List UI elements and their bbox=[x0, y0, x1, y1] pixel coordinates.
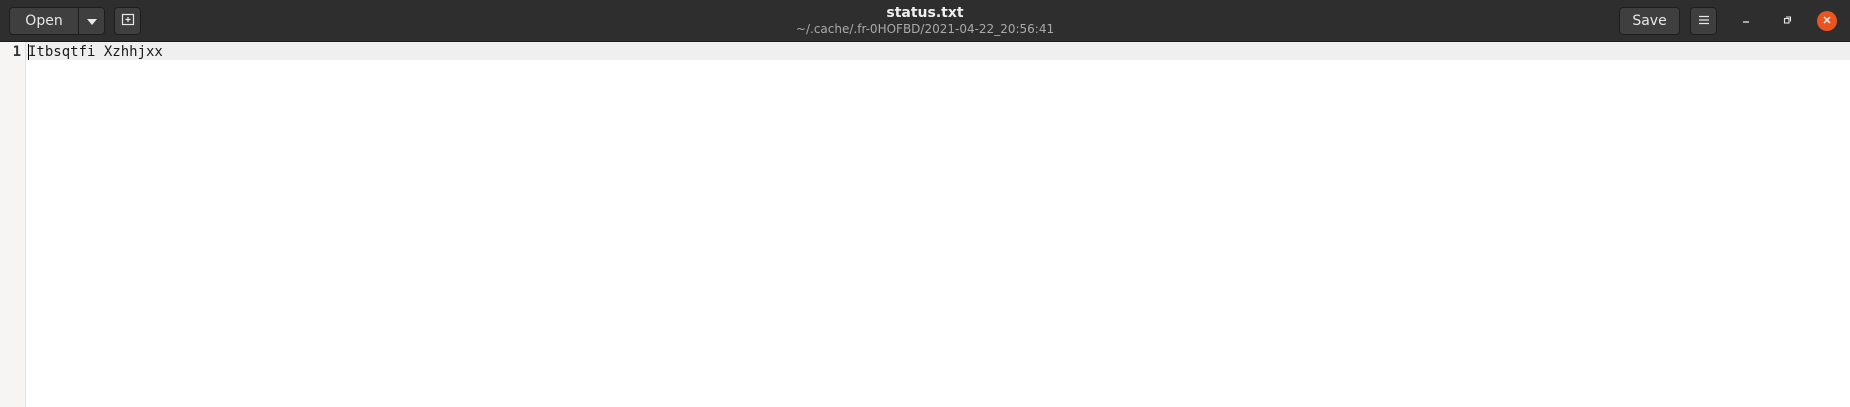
text-line[interactable]: Itbsqtfi Xzhhjxx bbox=[28, 43, 163, 61]
chevron-down-icon bbox=[86, 13, 97, 29]
minimize-button[interactable] bbox=[1736, 11, 1756, 31]
file-path-subtitle: ~/.cache/.fr-0HOFBD/2021-04-22_20:56:41 bbox=[795, 22, 1055, 36]
maximize-icon bbox=[1782, 12, 1792, 30]
main-menu-button[interactable] bbox=[1690, 7, 1717, 35]
open-button-label: Open bbox=[25, 13, 63, 29]
text-editor-window: Open status.txt ~/.cache/.fr-0HOFBD/2021… bbox=[0, 0, 1850, 407]
save-button-label: Save bbox=[1632, 13, 1667, 29]
new-document-icon bbox=[121, 12, 135, 30]
close-icon bbox=[1822, 12, 1832, 30]
header-bar: Open status.txt ~/.cache/.fr-0HOFBD/2021… bbox=[0, 0, 1850, 42]
maximize-button[interactable] bbox=[1777, 11, 1797, 31]
line-number-gutter: 1 bbox=[0, 42, 26, 407]
save-button[interactable]: Save bbox=[1619, 7, 1680, 35]
open-menu-button[interactable] bbox=[78, 7, 105, 35]
open-button[interactable]: Open bbox=[9, 7, 79, 35]
close-button[interactable] bbox=[1817, 11, 1837, 31]
new-document-button[interactable] bbox=[114, 7, 141, 35]
hamburger-menu-icon bbox=[1698, 13, 1710, 29]
title-block: status.txt ~/.cache/.fr-0HOFBD/2021-04-2… bbox=[700, 5, 1150, 37]
text-editor-area[interactable]: 1 Itbsqtfi Xzhhjxx bbox=[0, 42, 1850, 407]
text-cursor bbox=[28, 44, 29, 60]
line-number: 1 bbox=[12, 44, 21, 60]
window-title: status.txt bbox=[886, 5, 964, 21]
current-line-highlight bbox=[26, 42, 1850, 60]
minimize-icon bbox=[1741, 12, 1751, 30]
